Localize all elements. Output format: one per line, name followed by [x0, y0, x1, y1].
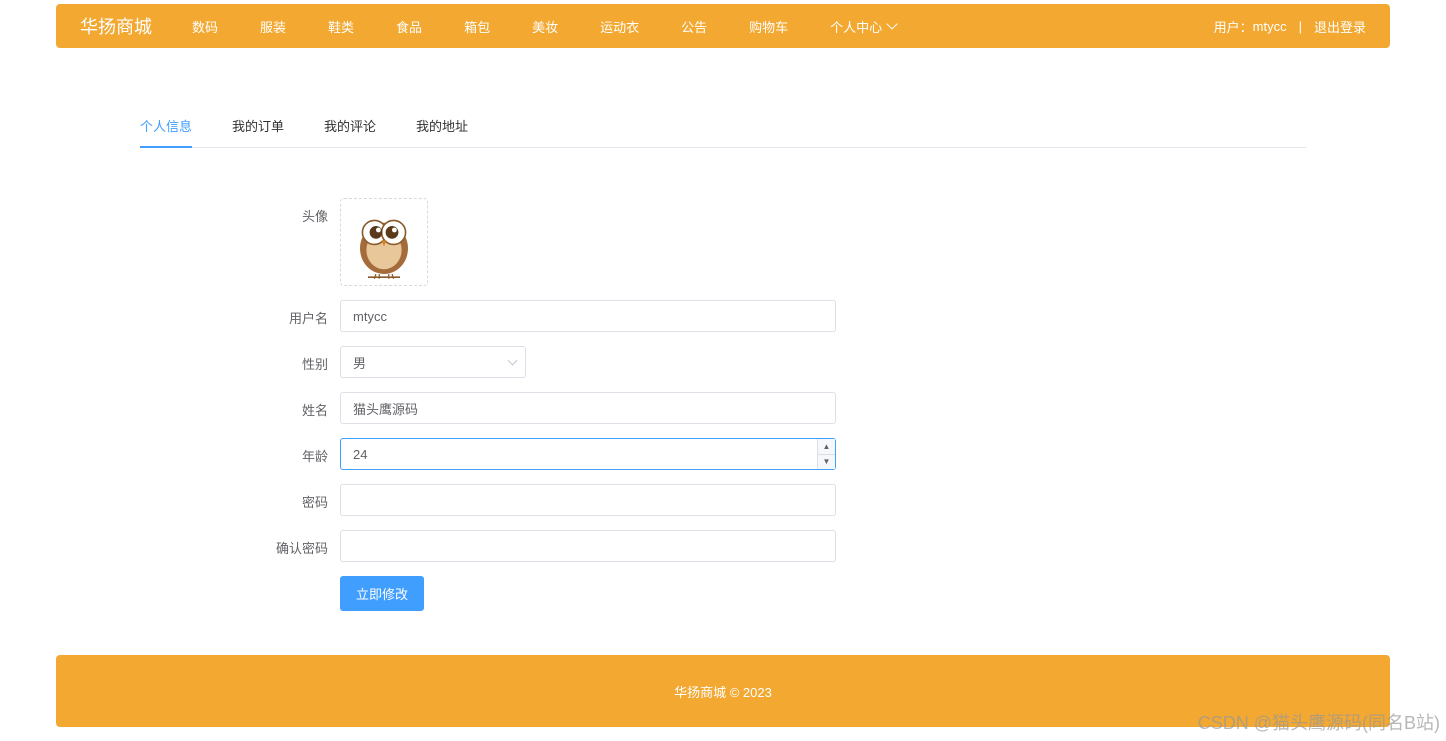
- user-area: 用户： mtycc | 退出登录: [1214, 17, 1366, 36]
- avatar-upload[interactable]: [340, 198, 428, 286]
- site-footer: 华扬商城 © 2023: [56, 655, 1390, 727]
- submit-button[interactable]: 立即修改: [340, 576, 424, 611]
- watermark-text: CSDN @猫头鹰源码(同名B站): [1198, 709, 1440, 735]
- user-prefix: 用户：: [1214, 17, 1253, 36]
- tab-my-orders[interactable]: 我的订单: [232, 116, 284, 147]
- confirm-password-label: 确认密码: [150, 530, 340, 557]
- age-label: 年龄: [150, 438, 340, 465]
- nav-item-cart[interactable]: 购物车: [749, 17, 788, 36]
- nav-item-profile-label: 个人中心: [830, 17, 882, 36]
- tab-profile-info[interactable]: 个人信息: [140, 116, 192, 147]
- username-label: 用户名: [150, 300, 340, 327]
- separator: |: [1299, 19, 1302, 34]
- realname-label: 姓名: [150, 392, 340, 419]
- nav-item-announcement[interactable]: 公告: [681, 17, 707, 36]
- profile-tabs: 个人信息 我的订单 我的评论 我的地址: [140, 116, 1306, 148]
- nav-item-sportswear[interactable]: 运动衣: [600, 17, 639, 36]
- nav-item-bags[interactable]: 箱包: [464, 17, 490, 36]
- tab-my-addresses[interactable]: 我的地址: [416, 116, 468, 147]
- chevron-down-icon: [886, 18, 897, 29]
- current-username[interactable]: mtycc: [1253, 19, 1287, 34]
- brand-logo[interactable]: 华扬商城: [80, 13, 152, 39]
- gender-select-value[interactable]: [340, 346, 526, 378]
- password-input[interactable]: [340, 484, 836, 516]
- nav-item-food[interactable]: 食品: [396, 17, 422, 36]
- owl-avatar-icon: [344, 202, 424, 282]
- site-header: 华扬商城 数码 服装 鞋类 食品 箱包 美妆 运动衣 公告 购物车 个人中心 用…: [56, 4, 1390, 48]
- age-input[interactable]: [340, 438, 836, 470]
- nav-item-beauty[interactable]: 美妆: [532, 17, 558, 36]
- decrement-button[interactable]: ▼: [818, 455, 835, 470]
- footer-text: 华扬商城 © 2023: [674, 682, 772, 701]
- username-input[interactable]: [340, 300, 836, 332]
- increment-button[interactable]: ▲: [818, 439, 835, 455]
- gender-select[interactable]: [340, 346, 526, 378]
- nav-item-profile[interactable]: 个人中心: [830, 17, 896, 36]
- realname-input[interactable]: [340, 392, 836, 424]
- nav-item-clothing[interactable]: 服装: [260, 17, 286, 36]
- profile-form: 头像: [140, 198, 1306, 611]
- nav-item-digital[interactable]: 数码: [192, 17, 218, 36]
- logout-link[interactable]: 退出登录: [1314, 17, 1366, 36]
- password-label: 密码: [150, 484, 340, 511]
- number-stepper: ▲ ▼: [817, 439, 835, 469]
- nav-item-shoes[interactable]: 鞋类: [328, 17, 354, 36]
- avatar-label: 头像: [150, 198, 340, 225]
- tab-my-reviews[interactable]: 我的评论: [324, 116, 376, 147]
- main-content: 个人信息 我的订单 我的评论 我的地址 头像: [0, 116, 1446, 611]
- gender-label: 性别: [150, 346, 340, 373]
- confirm-password-input[interactable]: [340, 530, 836, 562]
- main-nav: 数码 服装 鞋类 食品 箱包 美妆 运动衣 公告 购物车 个人中心: [192, 17, 1214, 36]
